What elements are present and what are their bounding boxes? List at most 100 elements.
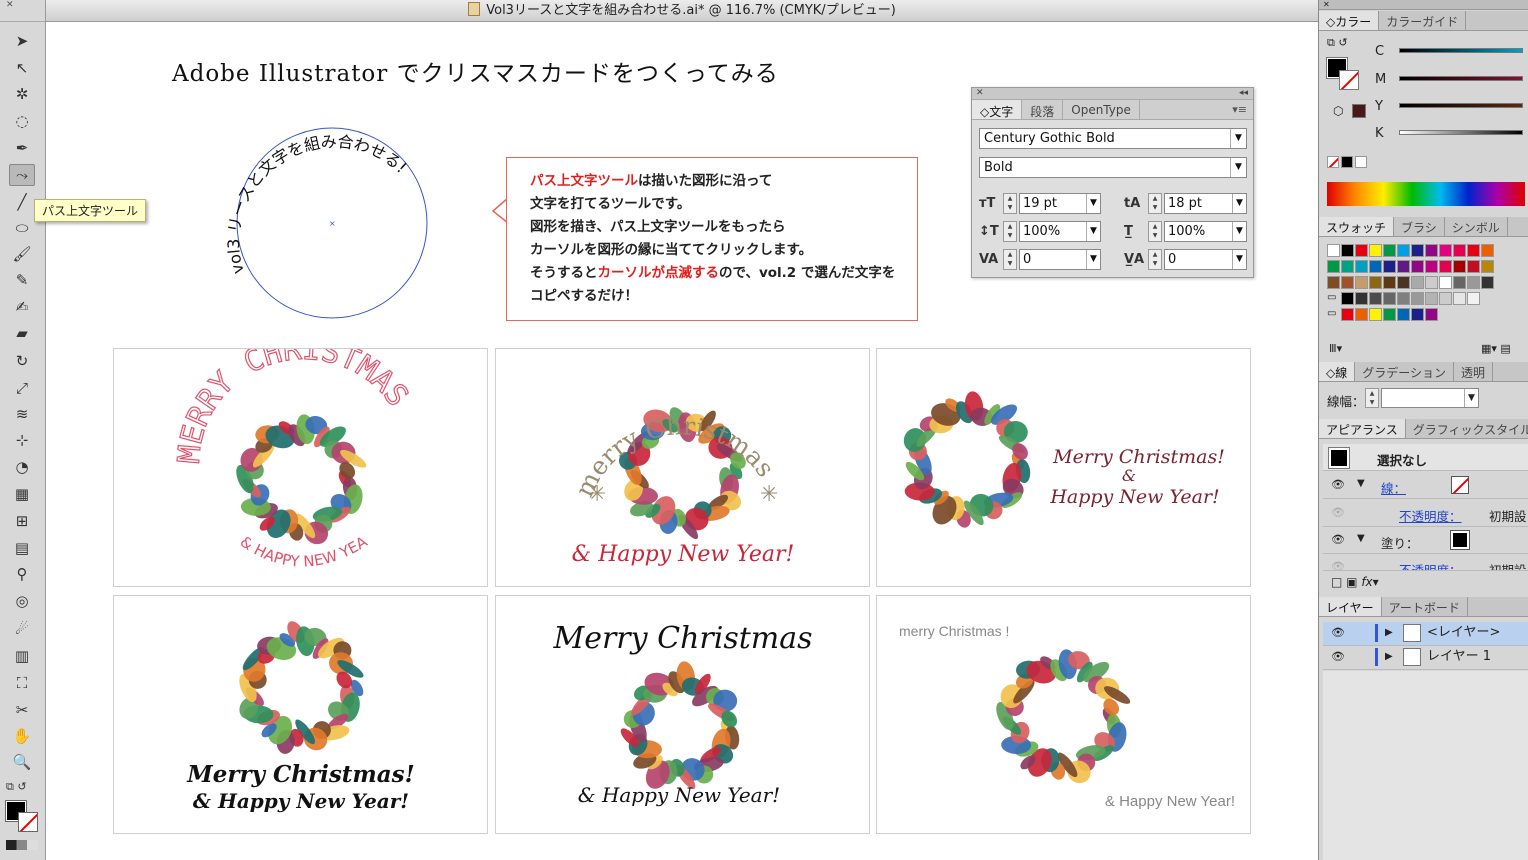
stroke-link[interactable]: 線：: [1381, 478, 1406, 497]
swatch[interactable]: [1369, 308, 1382, 321]
mesh-tool-icon[interactable]: ⊞: [9, 510, 35, 532]
swatch[interactable]: [1481, 276, 1494, 289]
symbol-sprayer-tool-icon[interactable]: ☄: [9, 618, 35, 640]
type-on-path-tool-icon[interactable]: ⤳: [9, 164, 35, 186]
magenta-slider[interactable]: [1399, 76, 1523, 81]
eye-icon[interactable]: 👁: [1331, 533, 1345, 546]
appearance-fill-row[interactable]: 👁 ▼ 塗り：: [1323, 527, 1528, 554]
tab-stroke[interactable]: ◇線: [1319, 362, 1356, 381]
pen-tool-icon[interactable]: ✒: [9, 137, 35, 159]
black-slider[interactable]: [1399, 130, 1523, 135]
disclosure-triangle-icon[interactable]: ▶: [1385, 646, 1393, 668]
swatch[interactable]: [1481, 244, 1494, 257]
swatch[interactable]: [1327, 244, 1340, 257]
swatch[interactable]: [1467, 276, 1480, 289]
layer-row[interactable]: 👁 ▶ レイヤー 1: [1323, 646, 1528, 670]
blob-brush-tool-icon[interactable]: ✍: [9, 296, 35, 318]
font-style-select[interactable]: Bold ▼: [979, 157, 1247, 178]
tab-artboards[interactable]: アートボード: [1382, 597, 1468, 616]
swatch[interactable]: [1481, 260, 1494, 273]
cyan-slider[interactable]: [1399, 48, 1523, 53]
ellipse-tool-icon[interactable]: ⬭: [9, 217, 35, 239]
fill-stroke-swap-icon[interactable]: ⧉ ↺: [6, 780, 27, 794]
close-icon[interactable]: ✕: [6, 0, 14, 10]
swatch[interactable]: [1439, 244, 1452, 257]
stroke-none-swatch[interactable]: [1451, 476, 1469, 494]
swatch[interactable]: [1411, 244, 1424, 257]
eye-icon[interactable]: 👁: [1331, 506, 1345, 519]
scale-tool-icon[interactable]: ⤢: [9, 377, 35, 399]
swatch[interactable]: [1327, 276, 1340, 289]
swatch[interactable]: [1467, 244, 1480, 257]
leading-stepper[interactable]: ▲ ▼: [1148, 193, 1162, 214]
swatch[interactable]: [1341, 260, 1354, 273]
lasso-tool-icon[interactable]: ◌: [9, 110, 35, 132]
selection-tool-icon[interactable]: ➤: [9, 30, 35, 52]
magic-wand-tool-icon[interactable]: ✲: [9, 83, 35, 105]
horizontal-scale-field[interactable]: 100% ▼: [1164, 221, 1247, 242]
tab-color-guide[interactable]: カラーガイド: [1379, 11, 1467, 30]
opacity-link[interactable]: 不透明度：: [1399, 506, 1462, 525]
swatch-folder-icon[interactable]: ▭: [1327, 308, 1336, 319]
eraser-tool-icon[interactable]: ▰: [9, 322, 35, 344]
swatch[interactable]: [1355, 260, 1368, 273]
vertical-scale-field[interactable]: 100% ▼: [1019, 221, 1101, 242]
fill-black-swatch[interactable]: [1450, 530, 1470, 550]
perspective-grid-tool-icon[interactable]: ▦: [9, 483, 35, 505]
yellow-slider[interactable]: [1399, 103, 1523, 108]
card-1[interactable]: MERRY CHRISTMAS & HAPPY NEW YEAR: [113, 348, 488, 587]
swatch[interactable]: [1369, 260, 1382, 273]
warp-tool-icon[interactable]: ≋: [9, 403, 35, 425]
swatch[interactable]: [1467, 292, 1480, 305]
appearance-footer-icons[interactable]: □ ▣ fx▾: [1331, 575, 1379, 589]
panel-header[interactable]: ✕ ◂◂: [972, 88, 1253, 100]
swatch[interactable]: [1397, 308, 1410, 321]
direct-selection-tool-icon[interactable]: ↖: [9, 57, 35, 79]
swatch[interactable]: [1453, 292, 1466, 305]
swatch[interactable]: [1425, 308, 1438, 321]
swatch[interactable]: [1383, 244, 1396, 257]
dock-header[interactable]: ✕: [1319, 0, 1528, 10]
swatch[interactable]: [1439, 260, 1452, 273]
card-5[interactable]: Merry Christmas & Happy New Year!: [495, 595, 870, 834]
disclosure-triangle-icon[interactable]: ▼: [1357, 533, 1365, 544]
pencil-tool-icon[interactable]: ✎: [9, 269, 35, 291]
swatch[interactable]: [1453, 276, 1466, 289]
tab-appearance[interactable]: アピアランス: [1319, 419, 1406, 438]
swatch[interactable]: [1439, 276, 1452, 289]
swatch[interactable]: [1425, 276, 1438, 289]
stroke-color-swatch[interactable]: [18, 812, 38, 832]
kerning-stepper[interactable]: ▲ ▼: [1003, 249, 1017, 270]
character-panel[interactable]: ✕ ◂◂ ◇文字 段落 OpenType ▾≡ Century Gothic Bo…: [971, 87, 1254, 278]
card-2[interactable]: merry Christmas ✳ ✳ & Happy New Year!: [495, 348, 870, 587]
screen-mode-icon[interactable]: [6, 840, 38, 850]
close-icon[interactable]: ✕: [976, 88, 984, 98]
layer-name[interactable]: レイヤー 1: [1427, 646, 1491, 668]
swatch[interactable]: [1411, 276, 1424, 289]
tab-graphic-styles[interactable]: グラフィックスタイル: [1406, 419, 1528, 438]
swatch[interactable]: [1397, 244, 1410, 257]
tab-paragraph[interactable]: 段落: [1022, 100, 1064, 119]
swatch[interactable]: [1439, 292, 1452, 305]
line-tool-icon[interactable]: ╱: [9, 191, 35, 213]
swatch[interactable]: [1341, 276, 1354, 289]
font-size-stepper[interactable]: ▲ ▼: [1003, 193, 1017, 214]
swatch[interactable]: [1467, 260, 1480, 273]
artboard-tool-icon[interactable]: ⛶: [9, 672, 35, 694]
tab-opentype[interactable]: OpenType: [1063, 100, 1140, 119]
card-3[interactable]: Merry Christmas! & Happy New Year!: [876, 348, 1251, 587]
tab-symbols[interactable]: シンボル: [1445, 217, 1508, 236]
swatch[interactable]: [1411, 308, 1424, 321]
swatch[interactable]: [1369, 292, 1382, 305]
swatch[interactable]: [1397, 260, 1410, 273]
card-6[interactable]: merry Christmas ! & Happy New Year!: [876, 595, 1251, 834]
slice-tool-icon[interactable]: ✂: [9, 699, 35, 721]
appearance-stroke-row[interactable]: 👁 ▼ 線：: [1323, 472, 1528, 499]
disclosure-triangle-icon[interactable]: ▼: [1357, 478, 1365, 489]
swatch[interactable]: [1425, 260, 1438, 273]
appearance-opacity-row[interactable]: 👁 不透明度： 初期設: [1323, 500, 1528, 527]
swatch[interactable]: [1383, 260, 1396, 273]
stroke-weight-stepper[interactable]: ▲ ▼: [1365, 388, 1379, 408]
font-size-field[interactable]: 19 pt ▼: [1019, 193, 1101, 214]
leading-field[interactable]: 18 pt ▼: [1164, 193, 1247, 214]
